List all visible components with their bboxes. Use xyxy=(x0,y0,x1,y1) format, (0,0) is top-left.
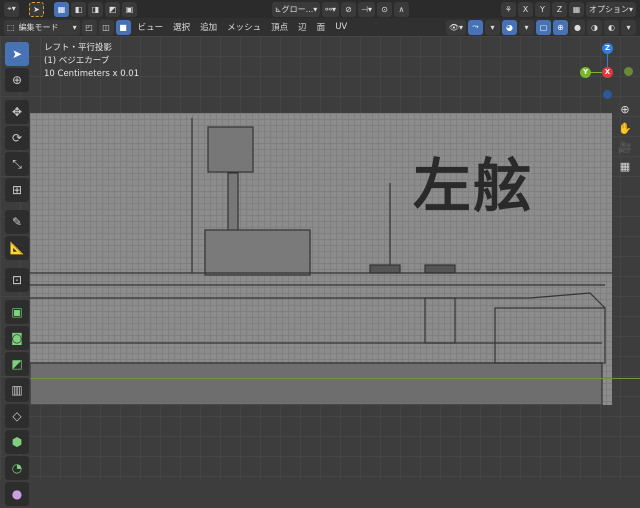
select-tool-button[interactable]: ➤ xyxy=(29,1,44,17)
shading-wireframe-button[interactable]: ⊕ xyxy=(553,19,568,35)
transform-tool[interactable]: ⊞ xyxy=(5,178,29,202)
select-mode-intersect-button[interactable]: ▣ xyxy=(122,1,137,17)
menu-vertex[interactable]: 頂点 xyxy=(266,21,293,33)
bevel-tool[interactable]: ◩ xyxy=(5,352,29,376)
overlay-toggle[interactable]: ◕ xyxy=(502,19,517,35)
overlay-dropdown[interactable]: ▾ xyxy=(519,19,534,35)
grid-scale: 10 Centimeters x 0.01 xyxy=(44,69,140,79)
cursor-tool[interactable]: ⊕ xyxy=(5,68,29,92)
gizmo-z-axis[interactable]: Z xyxy=(602,43,613,54)
viewport-info: レフト・平行投影 (1) ベジエカーブ 10 Centimeters x 0.0… xyxy=(44,42,139,81)
gizmo-y-axis[interactable]: Y xyxy=(580,67,591,78)
smooth-tool[interactable]: ● xyxy=(5,482,29,506)
snap-target-dropdown[interactable]: ⊣▾ xyxy=(358,1,375,17)
mode-dropdown[interactable]: ⬚ 編集モード ▾ xyxy=(4,19,80,35)
options-label: オプション xyxy=(588,4,629,14)
shading-solid-button[interactable]: ● xyxy=(570,19,585,35)
select-mode-new-button[interactable]: ▦ xyxy=(54,1,69,17)
gizmo-toggle[interactable]: ⤳ xyxy=(468,19,483,35)
camera-icon[interactable]: 🎥 xyxy=(617,140,633,156)
falloff-dropdown[interactable]: ∧ xyxy=(393,1,409,17)
port-side-label: 左舷 xyxy=(413,152,534,220)
select-mode-invert-button[interactable]: ◩ xyxy=(105,1,120,17)
select-mode-subtract-button[interactable]: ◨ xyxy=(88,1,103,17)
pivot-dropdown[interactable]: ⚯▾ xyxy=(322,1,339,17)
edge-select-button[interactable]: ◫ xyxy=(98,19,114,35)
viewport-header: ⬚ 編集モード ▾ ◰ ◫ ■ ビュー 選択 追加 メッシュ 頂点 辺 面 UV … xyxy=(0,18,640,36)
visibility-dropdown[interactable]: 👁▾ xyxy=(445,19,466,35)
shading-rendered-button[interactable]: ◐ xyxy=(604,19,619,35)
poly-build-tool[interactable]: ⬢ xyxy=(5,430,29,454)
face-select-button[interactable]: ■ xyxy=(115,19,131,35)
gizmo-x-axis[interactable]: X xyxy=(602,67,613,78)
transform-orientation-label: グロー... xyxy=(281,4,314,14)
menu-add[interactable]: 追加 xyxy=(195,21,222,33)
mirror-x-button[interactable]: X xyxy=(517,1,533,17)
hand-pan-icon[interactable]: ✋ xyxy=(617,121,633,137)
options-dropdown[interactable]: オプション ▾ xyxy=(585,1,636,17)
rotate-tool[interactable]: ⟳ xyxy=(5,126,29,150)
mirror-icon: ⚘ xyxy=(500,1,516,17)
gizmo-neg-y[interactable] xyxy=(624,67,633,76)
reference-image-plane: 左舷 xyxy=(30,113,612,405)
gizmo-neg-z[interactable] xyxy=(603,90,612,99)
toolbar: ➤ ⊕ ✥ ⟳ ⤡ ⊞ ✎ 📐 ⊡ ▣ ◙ ◩ ▥ ◇ ⬢ ◔ ● xyxy=(5,42,31,508)
editor-type-button[interactable]: ⌖▾ xyxy=(4,1,19,17)
mode-label: 編集モード xyxy=(18,22,59,32)
vertex-select-button[interactable]: ◰ xyxy=(81,19,97,35)
menu-uv[interactable]: UV xyxy=(330,22,352,32)
shading-material-button[interactable]: ◑ xyxy=(587,19,602,35)
menu-select[interactable]: 選択 xyxy=(168,21,195,33)
gizmo-dropdown[interactable]: ▾ xyxy=(485,19,500,35)
knife-tool[interactable]: ◇ xyxy=(5,404,29,428)
menu-view[interactable]: ビュー xyxy=(133,21,169,33)
xray-toggle[interactable]: ▢ xyxy=(536,19,551,35)
mirror-z-button[interactable]: Z xyxy=(551,1,567,17)
measure-tool[interactable]: 📐 xyxy=(5,236,29,260)
zoom-icon[interactable]: ⊕ xyxy=(617,102,633,118)
navigation-gizmo[interactable]: Z Y X xyxy=(580,40,636,100)
inset-tool[interactable]: ◙ xyxy=(5,326,29,350)
tool-header: ⌖▾ ➤ ▦ ◧ ◨ ◩ ▣ ⊾ グロー... ▾ ⚯▾ ⊘ ⊣▾ ⊙ ∧ ⚘ … xyxy=(0,0,640,18)
spin-tool[interactable]: ◔ xyxy=(5,456,29,480)
menu-face[interactable]: 面 xyxy=(312,21,331,33)
loop-cut-tool[interactable]: ▥ xyxy=(5,378,29,402)
shading-dropdown[interactable]: ▾ xyxy=(621,19,636,35)
menu-mesh[interactable]: メッシュ xyxy=(222,21,266,33)
proportional-edit-toggle[interactable]: ⊙ xyxy=(376,1,392,17)
active-object: (1) ベジエカーブ xyxy=(44,56,110,66)
scale-tool[interactable]: ⤡ xyxy=(5,152,29,176)
topology-mirror-button[interactable]: ▦ xyxy=(568,1,584,17)
mirror-y-button[interactable]: Y xyxy=(534,1,550,17)
select-mode-extend-button[interactable]: ◧ xyxy=(71,1,86,17)
navigation-controls: ⊕ ✋ 🎥 ▦ xyxy=(617,102,635,178)
snap-toggle[interactable]: ⊘ xyxy=(341,1,356,17)
transform-orientation-dropdown[interactable]: ⊾ グロー... ▾ xyxy=(271,1,321,17)
select-box-tool[interactable]: ➤ xyxy=(5,42,29,66)
x-axis-line xyxy=(30,378,640,379)
annotate-tool[interactable]: ✎ xyxy=(5,210,29,234)
menu-edge[interactable]: 辺 xyxy=(293,21,312,33)
view-name: レフト・平行投影 xyxy=(44,43,113,53)
grid-perspective-icon[interactable]: ▦ xyxy=(617,159,633,175)
move-tool[interactable]: ✥ xyxy=(5,100,29,124)
extrude-tool[interactable]: ▣ xyxy=(5,300,29,324)
add-cube-tool[interactable]: ⊡ xyxy=(5,268,29,292)
